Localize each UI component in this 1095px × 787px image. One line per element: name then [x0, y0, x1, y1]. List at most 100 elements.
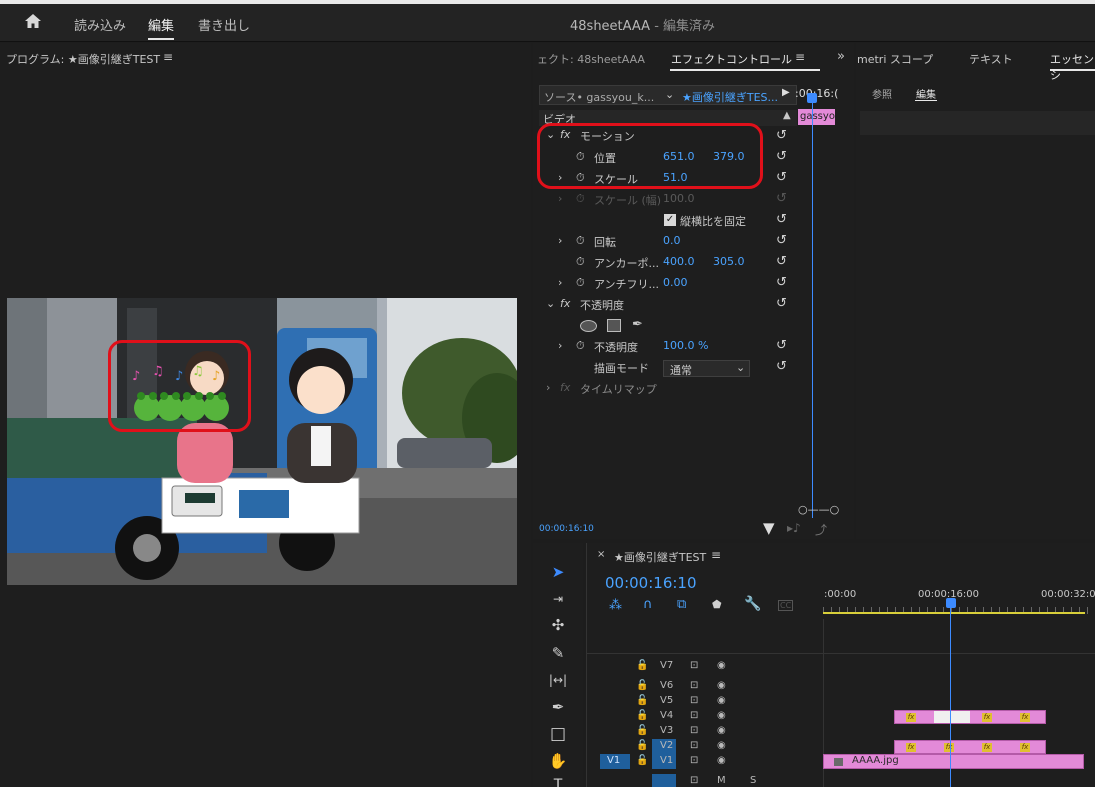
- param-value[interactable]: 0.0: [663, 234, 681, 247]
- sync-lock-icon[interactable]: ⊡: [690, 660, 698, 671]
- stopwatch-icon[interactable]: ⏱: [576, 339, 585, 353]
- sync-lock-icon[interactable]: ⊡: [690, 710, 698, 721]
- sync-lock-icon[interactable]: ⊡: [690, 695, 698, 706]
- mini-playhead[interactable]: [812, 98, 813, 518]
- track-header-v7[interactable]: 🔓 V7 ⊡ ◉: [590, 660, 822, 674]
- work-area-bar[interactable]: [823, 612, 1085, 614]
- type-tool-icon[interactable]: T: [544, 774, 572, 787]
- close-icon[interactable]: ×: [597, 549, 605, 560]
- reset-icon[interactable]: ↺: [776, 233, 787, 248]
- nest-icon[interactable]: ⁂: [609, 598, 622, 613]
- reset-icon[interactable]: ↺: [776, 128, 787, 143]
- sync-lock-icon[interactable]: ⊡: [690, 775, 698, 786]
- eye-icon[interactable]: ◉: [717, 660, 726, 671]
- param-value-x[interactable]: 400.0: [663, 255, 695, 268]
- captions-icon[interactable]: CC: [778, 600, 794, 611]
- lock-icon[interactable]: 🔓: [636, 740, 648, 751]
- tab-project[interactable]: ェクト: 48sheetAAA: [537, 51, 645, 67]
- reset-icon[interactable]: ↺: [776, 338, 787, 353]
- blend-mode-select[interactable]: 通常 ⌄: [663, 360, 750, 377]
- selection-tool-icon[interactable]: ➤: [544, 561, 572, 583]
- expand-icon[interactable]: ›: [546, 381, 550, 394]
- track-header-v1[interactable]: V1 🔓 V1 ⊡ ◉: [590, 754, 822, 769]
- ec-row-rotation[interactable]: › ⏱ 回転 0.0: [540, 234, 796, 255]
- ec-row-time-remap[interactable]: › fx タイムリマップ: [540, 381, 796, 402]
- param-value[interactable]: 0.00: [663, 276, 688, 289]
- subtab-edit[interactable]: 編集: [916, 86, 936, 101]
- panel-menu-icon[interactable]: ≡: [795, 50, 805, 64]
- eye-icon[interactable]: ◉: [717, 680, 726, 691]
- chevron-down-icon[interactable]: ⌄: [665, 88, 674, 101]
- nav-edit[interactable]: 編集: [148, 15, 174, 34]
- slip-tool-icon[interactable]: |↔|: [544, 669, 572, 691]
- panel-overflow-icon[interactable]: »: [837, 49, 845, 64]
- home-icon[interactable]: [24, 13, 42, 29]
- subtab-browse[interactable]: 参照: [872, 86, 892, 101]
- rectangle-mask-icon[interactable]: [607, 319, 621, 332]
- video-frame[interactable]: ♪ ♫ ♪ ♫ ♪: [7, 298, 517, 585]
- tab-lumetri-scopes[interactable]: metri スコープ: [857, 51, 933, 67]
- eye-icon[interactable]: ◉: [717, 725, 726, 736]
- mini-playhead-handle[interactable]: [807, 93, 817, 103]
- reset-icon[interactable]: ↺: [776, 296, 787, 311]
- sync-lock-icon[interactable]: ⊡: [690, 725, 698, 736]
- sync-lock-icon[interactable]: ⊡: [690, 755, 698, 766]
- ec-row-blend-mode[interactable]: 描画モード 通常 ⌄: [540, 360, 796, 381]
- playhead-handle[interactable]: [946, 598, 956, 608]
- export-icon[interactable]: ⤴: [815, 521, 827, 538]
- tab-essential-graphics[interactable]: エッセンシ: [1050, 51, 1095, 83]
- hand-tool-icon[interactable]: ✋: [544, 750, 572, 772]
- linked-selection-icon[interactable]: ⧉: [677, 597, 686, 612]
- track-header-v6[interactable]: 🔓 V6 ⊡ ◉: [590, 680, 822, 694]
- sync-lock-icon[interactable]: ⊡: [690, 740, 698, 751]
- marker-icon[interactable]: ⬟: [712, 598, 722, 611]
- tab-text[interactable]: テキスト: [969, 51, 1013, 67]
- pen-mask-icon[interactable]: ✒: [632, 317, 643, 332]
- zoom-handles[interactable]: ○——○: [798, 503, 839, 516]
- playhead-line[interactable]: [950, 605, 951, 787]
- collapse-up-icon[interactable]: ▲: [783, 110, 791, 121]
- checkbox-icon[interactable]: ✓: [664, 214, 676, 226]
- graphic-layers-area[interactable]: [860, 111, 1095, 135]
- reset-icon[interactable]: ↺: [776, 359, 787, 374]
- stopwatch-icon[interactable]: ⏱: [576, 276, 585, 290]
- ec-row-uniform-scale[interactable]: ✓ 縦横比を固定: [540, 213, 796, 234]
- mini-clip[interactable]: gassyo: [798, 109, 835, 125]
- ec-row-antiflicker[interactable]: › ⏱ アンチフリ... 0.00: [540, 276, 796, 297]
- eye-icon[interactable]: ◉: [717, 755, 726, 766]
- lock-icon[interactable]: 🔓: [636, 680, 648, 691]
- nav-import[interactable]: 読み込み: [74, 15, 126, 34]
- track-header-a1[interactable]: ⊡ M S: [590, 774, 822, 787]
- stopwatch-icon[interactable]: ⏱: [576, 255, 585, 269]
- timeline-title[interactable]: ★画像引継ぎTEST: [614, 549, 706, 565]
- snap-icon[interactable]: ∩: [643, 597, 653, 612]
- reset-icon[interactable]: ↺: [776, 149, 787, 164]
- play-triangle-icon[interactable]: ▶: [782, 87, 790, 98]
- wrench-icon[interactable]: 🔧: [744, 596, 761, 612]
- ec-row-opacity-section[interactable]: ⌄ fx 不透明度: [540, 297, 796, 318]
- sync-lock-icon[interactable]: ⊡: [690, 680, 698, 691]
- razor-tool-icon[interactable]: ✎: [544, 642, 572, 664]
- nav-export[interactable]: 書き出し: [198, 15, 250, 34]
- lock-icon[interactable]: 🔓: [636, 695, 648, 706]
- rectangle-tool-icon[interactable]: □: [544, 723, 572, 745]
- selected-clip-segment[interactable]: [934, 711, 970, 723]
- stopwatch-icon[interactable]: ⏱: [576, 234, 585, 248]
- ec-row-opacity[interactable]: › ⏱ 不透明度 100.0 %: [540, 339, 796, 360]
- play-audio-icon[interactable]: ▸♪: [787, 521, 801, 535]
- param-value[interactable]: 100.0 %: [663, 339, 708, 352]
- eye-icon[interactable]: ◉: [717, 695, 726, 706]
- track-header-v2[interactable]: 🔓 V2 ⊡ ◉: [590, 739, 822, 754]
- pen-tool-icon[interactable]: ✒: [544, 696, 572, 718]
- lock-icon[interactable]: 🔓: [636, 755, 648, 766]
- track-header-v4[interactable]: 🔓 V4 ⊡ ◉: [590, 710, 822, 724]
- eye-icon[interactable]: ◉: [717, 710, 726, 721]
- reset-icon[interactable]: ↺: [776, 170, 787, 185]
- timeline-timecode[interactable]: 00:00:16:10: [605, 574, 697, 592]
- mute-icon[interactable]: M: [717, 775, 726, 786]
- expand-icon[interactable]: ⌄: [546, 297, 555, 310]
- reset-icon[interactable]: ↺: [776, 254, 787, 269]
- tab-effect-controls[interactable]: エフェクトコントロール: [671, 51, 792, 67]
- expand-icon[interactable]: ›: [558, 276, 562, 289]
- panel-menu-icon[interactable]: ≡: [163, 50, 173, 64]
